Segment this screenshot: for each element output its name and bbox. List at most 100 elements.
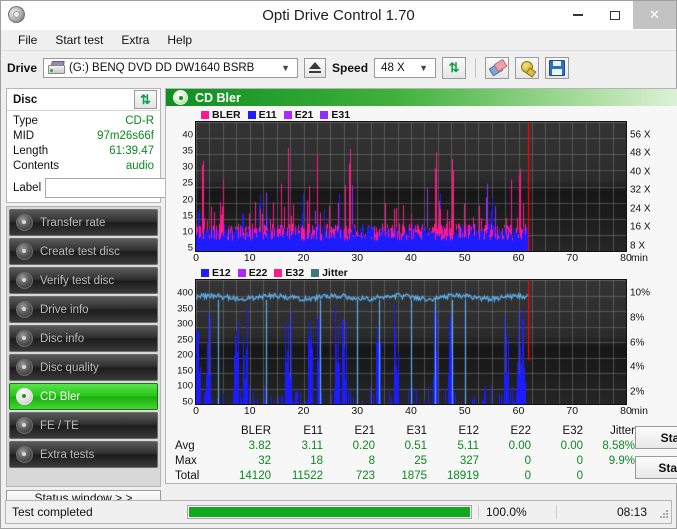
bler-plot-area[interactable] xyxy=(195,121,627,252)
axis-tick: 48 X xyxy=(630,147,651,159)
row-header: Total xyxy=(175,469,200,482)
disc-panel-header: Disc ⇅ xyxy=(7,89,160,111)
axis-tick: 56 X xyxy=(630,129,651,141)
menu-item-start-test[interactable]: Start test xyxy=(46,31,112,49)
row-header: Avg xyxy=(175,439,195,452)
minimize-button[interactable] xyxy=(559,1,596,29)
e12-plot-area[interactable] xyxy=(195,279,627,405)
speed-select[interactable]: 48 X ▼ xyxy=(374,57,437,78)
axis-tick: 30 xyxy=(351,252,364,264)
close-button[interactable]: ✕ xyxy=(633,1,676,29)
legend-label: E21 xyxy=(294,108,314,121)
bler-plot-wrap: 5 10 15 20 25 30 35 40 8 X 16 X 24 X 32 X 40 X 48 X5… xyxy=(169,121,677,254)
table-cell: 0.00 xyxy=(508,439,531,452)
table-cell: 0 xyxy=(576,469,583,482)
refresh-button[interactable]: ⇅ xyxy=(442,56,467,79)
cd-disc-icon xyxy=(16,214,33,231)
sidebar-item-verify-test-disc[interactable]: Verify test disc xyxy=(9,267,158,294)
disc-info-row: Contents audio xyxy=(13,159,154,174)
erase-button[interactable] xyxy=(485,56,510,79)
start-full-button[interactable]: Start full xyxy=(635,426,677,449)
legend-label: E22 xyxy=(248,266,268,279)
disc-refresh-button[interactable]: ⇅ xyxy=(134,90,157,109)
axis-tick: 0 xyxy=(193,405,199,417)
sidebar-item-extra-tests[interactable]: Extra tests xyxy=(9,441,158,468)
e12-plot-wrap: 50 100 150 200 250 300 350 400 2% 4% 6% 8% 10% xyxy=(169,279,677,407)
axis-tick: 250 xyxy=(177,334,193,345)
disc-info-value: 97m26s66f xyxy=(97,130,154,142)
e12-x-axis: 0 10 20 30 40 50 60 70 80 min xyxy=(169,405,677,419)
resize-grip[interactable] xyxy=(655,505,669,519)
maximize-icon xyxy=(609,10,620,20)
bler-y-axis: 5 10 15 20 25 30 35 40 xyxy=(169,121,195,254)
refresh-icon: ⇅ xyxy=(140,92,151,107)
sidebar-item-fe-te[interactable]: FE / TE xyxy=(9,412,158,439)
maximize-button[interactable] xyxy=(596,1,633,29)
disc-label-key: Label xyxy=(13,181,42,194)
bler-chart-legend: BLER E11 E21 E31 xyxy=(169,108,677,121)
save-button[interactable] xyxy=(545,56,570,79)
disc-info-row: Length 61:39.47 xyxy=(13,144,154,159)
table-cell: 8 xyxy=(368,454,375,467)
legend-swatch xyxy=(237,268,246,277)
sidebar-item-label: Create test disc xyxy=(40,245,120,258)
table-cell: 18 xyxy=(310,454,323,467)
chevron-down-icon: ▼ xyxy=(281,62,291,73)
table-cell: 0 xyxy=(524,454,531,467)
menu-item-help[interactable]: Help xyxy=(158,31,201,49)
sidebar-item-create-test-disc[interactable]: Create test disc xyxy=(9,238,158,265)
eject-button[interactable] xyxy=(304,57,327,78)
drive-select[interactable]: (G:) BENQ DVD DD DW1640 BSRB ▼ xyxy=(43,57,299,78)
sidebar-item-transfer-rate[interactable]: Transfer rate xyxy=(9,209,158,236)
disc-info-value: 61:39.47 xyxy=(109,145,154,157)
axis-tick: 350 xyxy=(177,303,193,314)
progress-bar xyxy=(187,505,472,519)
table-cell: 0 xyxy=(576,454,583,467)
axis-tick: 40 X xyxy=(630,166,651,178)
statistics-table: BLER E11 E21 E31 E12 E22 E32 Jitter Avg … xyxy=(171,423,635,483)
bler-speed-axis: 8 X 16 X 24 X 32 X 40 X 48 X 56 X xyxy=(627,121,657,252)
cd-disc-icon xyxy=(16,417,33,434)
axis-tick: 30 xyxy=(182,161,193,173)
e12-chart-legend: E12 E22 E32 Jitter xyxy=(169,266,677,279)
menu-item-file[interactable]: File xyxy=(9,31,46,49)
legend-swatch xyxy=(274,268,283,277)
disc-info-list: Type CD-R MID 97m26s66f Length 61:39.47 … xyxy=(7,111,251,202)
table-row: Max 32 18 8 25 327 0 0 9.9% xyxy=(171,453,635,468)
disc-label-row: Label xyxy=(13,177,251,198)
sidebar-item-cd-bler[interactable]: CD Bler xyxy=(9,383,158,410)
sidebar-item-disc-info[interactable]: Disc info xyxy=(9,325,158,352)
axis-tick: 35 xyxy=(182,145,193,157)
legend-item: E31 xyxy=(320,109,350,121)
sidebar-item-label: Extra tests xyxy=(40,448,95,461)
axis-tick: 10 xyxy=(243,252,256,264)
legend-item: E21 xyxy=(283,108,314,121)
table-cell: 32 xyxy=(258,454,271,467)
bler-chart: BLER E11 E21 E31 5 10 15 20 25 30 35 40 8 X 16 X… xyxy=(169,108,677,266)
axis-tick: 10 xyxy=(243,405,256,417)
menu-item-extra[interactable]: Extra xyxy=(112,31,158,49)
axis-tick: 40 xyxy=(405,252,417,264)
settings-button[interactable] xyxy=(515,56,540,79)
left-sidebar: Disc ⇅ Type CD-R MID 97m26s66f Length 61… xyxy=(6,88,251,506)
axis-tick: 25 xyxy=(182,177,193,189)
disc-info-key: Contents xyxy=(13,160,60,172)
cd-disc-icon xyxy=(16,272,33,289)
status-text: Test completed xyxy=(12,505,93,519)
table-cell: 11522 xyxy=(291,469,323,482)
table-cell: 1875 xyxy=(401,469,427,482)
axis-tick: 300 xyxy=(177,318,193,330)
column-header: E22 xyxy=(510,424,531,437)
legend-label: E32 xyxy=(285,266,305,279)
sidebar-item-disc-quality[interactable]: Disc quality xyxy=(9,354,158,381)
status-bar: Test completed 100.0% 08:13 xyxy=(5,500,672,524)
table-cell: 9.9% xyxy=(608,454,635,467)
sidebar-item-label: Transfer rate xyxy=(40,216,106,229)
start-part-button[interactable]: Start part xyxy=(635,456,677,479)
sidebar-item-drive-info[interactable]: Drive info xyxy=(9,296,158,323)
axis-tick: 15 xyxy=(182,210,193,222)
section-header: CD Bler xyxy=(166,89,677,106)
table-cell: 18919 xyxy=(447,469,479,482)
legend-label: E31 xyxy=(331,108,351,121)
